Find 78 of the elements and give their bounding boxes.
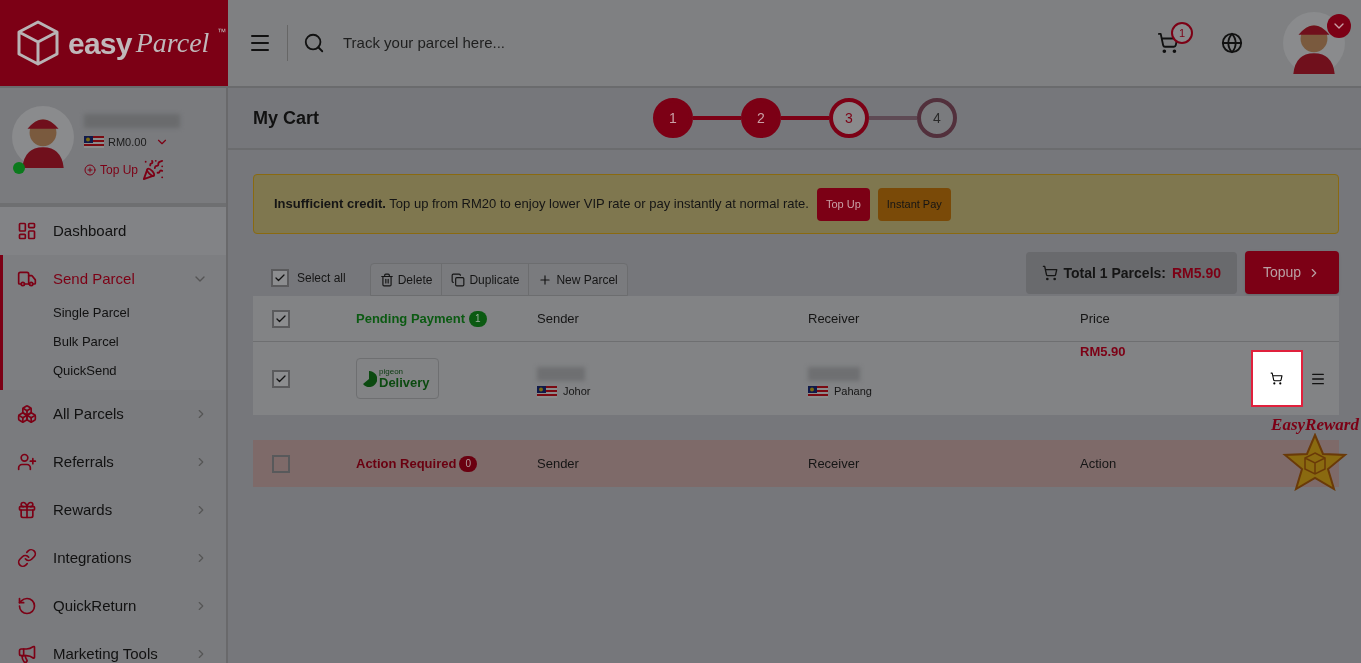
column-header: Action <box>1080 454 1118 473</box>
step-indicator: 2 <box>741 98 781 138</box>
step-connector <box>693 116 741 120</box>
section-title: Action Required <box>356 454 457 473</box>
cart-icon[interactable] <box>1157 32 1179 54</box>
add-to-cart-button[interactable] <box>1250 350 1303 407</box>
language-icon[interactable] <box>1221 32 1243 54</box>
step-connector <box>781 116 829 120</box>
search-field[interactable]: Track your parcel here... <box>343 31 723 55</box>
step-connector <box>869 116 917 120</box>
column-header: Sender <box>537 454 580 473</box>
toolbar-icon <box>451 272 466 287</box>
nav-icon <box>17 596 37 616</box>
nav-icon <box>17 500 37 520</box>
alert-message: Insufficient credit. Top up from RM20 to enjoy lower VIP rate or pay instantly at normal rate. <box>274 195 809 214</box>
balance-text: RM0.00 <box>108 135 147 150</box>
section-title: Pending Payment <box>356 309 466 328</box>
flag-icon <box>808 385 828 398</box>
state-text: Johor <box>563 384 591 400</box>
nav-item[interactable]: QuickReturn <box>0 582 226 630</box>
checkbox[interactable] <box>272 454 290 473</box>
price-text: RM5.90 <box>1080 343 1126 361</box>
step-indicator: 3 <box>829 98 869 138</box>
cube-icon <box>16 19 60 67</box>
reward-badge[interactable]: EasyReward <box>1272 416 1358 496</box>
logo[interactable]: easyParcel ™ <box>0 0 228 86</box>
nav-icon <box>17 644 37 663</box>
checkbox[interactable] <box>272 309 290 328</box>
nav-icon <box>17 221 37 241</box>
check-icon <box>274 272 286 284</box>
nav-item[interactable]: Integrations <box>0 534 226 582</box>
alert-button[interactable]: Top Up <box>816 187 870 221</box>
flag-icon <box>84 136 104 149</box>
page-title: My Cart <box>253 106 319 130</box>
topup-button[interactable]: Topup <box>1245 251 1339 294</box>
toolbar-icon <box>379 272 394 287</box>
toolbar-button[interactable]: New Parcel <box>528 264 627 295</box>
nav-item[interactable]: Rewards <box>0 486 226 534</box>
step-indicator: 4 <box>917 98 957 138</box>
count-badge: 0 <box>459 455 477 472</box>
column-header: Price <box>1080 309 1111 328</box>
party-popper-icon <box>142 158 165 181</box>
step-indicator: 1 <box>653 98 693 138</box>
cart-total: Total 1 Parcels: RM5.90 <box>1025 252 1237 294</box>
state-text: Pahang <box>834 384 872 400</box>
cart-icon <box>1270 372 1284 385</box>
cart-icon <box>1041 265 1058 281</box>
dropdown-button[interactable] <box>1327 14 1351 38</box>
search-icon[interactable] <box>303 32 325 54</box>
count-badge: 1 <box>469 310 487 327</box>
avatar[interactable] <box>12 106 74 168</box>
toolbar-icon <box>538 272 553 287</box>
flag-icon <box>537 385 557 398</box>
nav-item[interactable]: Referrals <box>0 438 226 486</box>
plus-circle-icon <box>84 163 96 176</box>
column-header: Sender <box>537 309 580 328</box>
cart-count-badge: 1 <box>1171 22 1193 44</box>
alert-button[interactable]: Instant Pay <box>877 187 951 221</box>
column-header: Receiver <box>808 454 861 473</box>
nav-icon <box>17 452 37 472</box>
nav-subitem[interactable]: QuickSend <box>3 356 226 385</box>
nav-item[interactable]: Marketing Tools <box>0 630 226 663</box>
checkbox[interactable] <box>272 369 290 388</box>
toolbar-button[interactable]: Delete <box>370 264 442 295</box>
checkbox[interactable] <box>271 269 289 287</box>
top-up-link[interactable]: Top Up <box>84 160 139 179</box>
nav-item[interactable]: All Parcels <box>0 390 226 438</box>
courier-logo: pigeon Delivery <box>356 358 439 399</box>
nav-icon <box>17 269 37 289</box>
column-header: Receiver <box>808 309 861 328</box>
toolbar-button[interactable]: Duplicate <box>441 264 529 295</box>
nav-subitem[interactable]: Bulk Parcel <box>3 327 226 356</box>
nav-item[interactable]: Dashboard <box>0 207 226 255</box>
avatar[interactable] <box>1283 12 1345 74</box>
nav-icon <box>17 404 37 424</box>
select-all-label: Select all <box>297 270 346 287</box>
star-icon <box>1282 433 1348 491</box>
nav-icon <box>17 548 37 568</box>
